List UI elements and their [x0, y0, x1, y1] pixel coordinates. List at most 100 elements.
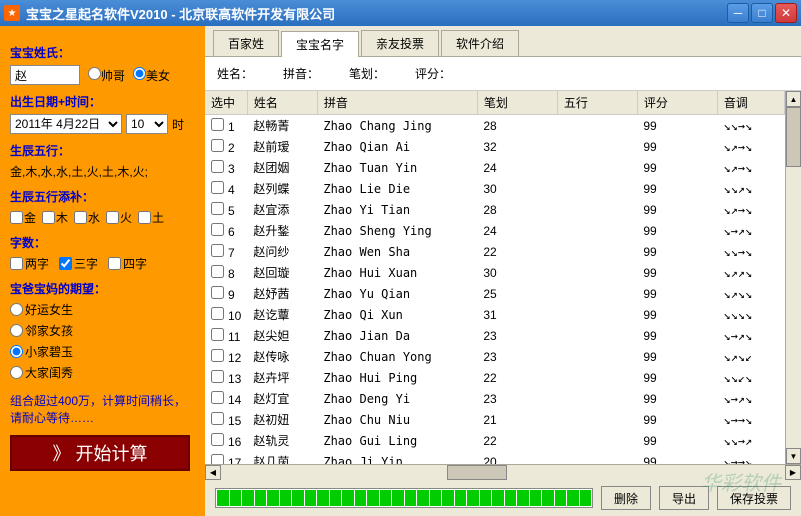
tab-2[interactable]: 亲友投票 — [361, 30, 439, 56]
bottom-bar: 删除 导出 保存投票 — [205, 480, 801, 516]
birth-date-select[interactable]: 2011年 4月22日 — [10, 114, 122, 134]
export-button[interactable]: 导出 — [659, 486, 709, 510]
cell-name: 赵灯宜 — [247, 388, 317, 409]
wuxing-check-木[interactable]: 木 — [42, 209, 68, 226]
table-row[interactable]: 6赵升鍫Zhao Sheng Ying2499↘→↗↘ — [205, 220, 785, 241]
row-checkbox[interactable] — [211, 139, 224, 152]
scroll-down-icon[interactable]: ▼ — [786, 448, 801, 464]
wuxing-check-土[interactable]: 土 — [138, 209, 164, 226]
column-header[interactable]: 姓名 — [247, 91, 317, 115]
wuxing-check-金[interactable]: 金 — [10, 209, 36, 226]
scroll-left-icon[interactable]: ◀ — [205, 465, 221, 480]
titlebar: ★ 宝宝之星起名软件V2010 - 北京联高软件开发有限公司 ─ □ ✕ — [0, 0, 801, 26]
scroll-thumb-h[interactable] — [447, 465, 507, 480]
cell-strokes: 22 — [477, 367, 557, 388]
table-row[interactable]: 3赵团姻Zhao Tuan Yin2499↘↗→↘ — [205, 157, 785, 178]
table-row[interactable]: 16赵轨灵Zhao Gui Ling2299↘↘→↗ — [205, 430, 785, 451]
table-row[interactable]: 5赵宜添Zhao Yi Tian2899↘↗→↘ — [205, 199, 785, 220]
cell-pinyin: Zhao Gui Ling — [317, 430, 477, 451]
minimize-button[interactable]: ─ — [727, 3, 749, 23]
row-checkbox[interactable] — [211, 328, 224, 341]
wish-radio-1[interactable]: 邻家女孩 — [10, 322, 99, 339]
chars-check-0[interactable]: 两字 — [10, 255, 49, 272]
cell-tone: ↘→↗↘ — [717, 220, 784, 241]
cell-pinyin: Zhao Ji Yin — [317, 451, 477, 464]
close-button[interactable]: ✕ — [775, 3, 797, 23]
cell-name: 赵尖妲 — [247, 325, 317, 346]
row-checkbox[interactable] — [211, 433, 224, 446]
row-checkbox[interactable] — [211, 223, 224, 236]
wish-radio-3[interactable]: 大家闺秀 — [10, 364, 99, 381]
wuxing-add-label: 生辰五行添补： — [10, 188, 195, 205]
column-header[interactable]: 五行 — [557, 91, 637, 115]
cell-wuxing — [557, 241, 637, 262]
table-row[interactable]: 4赵列蝶Zhao Lie Die3099↘↘↗↘ — [205, 178, 785, 199]
wuxing-check-水[interactable]: 水 — [74, 209, 100, 226]
tabs: 百家姓宝宝名字亲友投票软件介绍 — [205, 26, 801, 57]
chars-check-1[interactable]: 三字 — [59, 255, 98, 272]
column-header[interactable]: 选中 — [205, 91, 247, 115]
row-checkbox[interactable] — [211, 202, 224, 215]
tab-0[interactable]: 百家姓 — [213, 30, 279, 56]
maximize-button[interactable]: □ — [751, 3, 773, 23]
progress-bar — [215, 488, 593, 508]
wish-radio-2[interactable]: 小家碧玉 — [10, 343, 99, 360]
row-checkbox[interactable] — [211, 181, 224, 194]
row-checkbox[interactable] — [211, 349, 224, 362]
column-header[interactable]: 拼音 — [317, 91, 477, 115]
wuxing-check-火[interactable]: 火 — [106, 209, 132, 226]
cell-wuxing — [557, 220, 637, 241]
table-row[interactable]: 10赵讫蕈Zhao Qi Xun3199↘↘↘↘ — [205, 304, 785, 325]
row-checkbox[interactable] — [211, 412, 224, 425]
table-row[interactable]: 2赵前瑷Zhao Qian Ai3299↘↗→↘ — [205, 136, 785, 157]
start-calculate-button[interactable]: 》 开始计算 — [10, 435, 190, 471]
cell-strokes: 31 — [477, 304, 557, 325]
column-header[interactable]: 笔划 — [477, 91, 557, 115]
row-checkbox[interactable] — [211, 118, 224, 131]
scroll-thumb-v[interactable] — [786, 107, 801, 167]
cell-pinyin: Zhao Sheng Ying — [317, 220, 477, 241]
vertical-scrollbar[interactable]: ▲ ▼ — [785, 91, 801, 464]
row-checkbox[interactable] — [211, 391, 224, 404]
cell-score: 99 — [637, 367, 717, 388]
birth-hour-select[interactable]: 10 — [126, 114, 168, 134]
gender-male-radio[interactable]: 帅哥 — [88, 67, 125, 84]
cell-name: 赵几茵 — [247, 451, 317, 464]
column-header[interactable]: 评分 — [637, 91, 717, 115]
tab-1[interactable]: 宝宝名字 — [281, 31, 359, 57]
table-row[interactable]: 9赵妤茜Zhao Yu Qian2599↘↗↘↘ — [205, 283, 785, 304]
surname-input[interactable] — [10, 65, 80, 85]
table-row[interactable]: 11赵尖妲Zhao Jian Da2399↘→↗↘ — [205, 325, 785, 346]
cell-tone: ↘↘↘↘ — [717, 304, 784, 325]
wish-label: 宝爸宝妈的期望： — [10, 280, 195, 297]
scroll-right-icon[interactable]: ▶ — [785, 465, 801, 480]
row-checkbox[interactable] — [211, 160, 224, 173]
chars-check-2[interactable]: 四字 — [108, 255, 147, 272]
wuxing-label: 生辰五行： — [10, 142, 195, 159]
column-header[interactable]: 音调 — [717, 91, 784, 115]
surname-label: 宝宝姓氏： — [10, 44, 195, 61]
row-checkbox[interactable] — [211, 370, 224, 383]
cell-score: 99 — [637, 430, 717, 451]
wish-radio-0[interactable]: 好运女生 — [10, 301, 99, 318]
row-checkbox[interactable] — [211, 244, 224, 257]
row-checkbox[interactable] — [211, 307, 224, 320]
row-checkbox[interactable] — [211, 265, 224, 278]
table-row[interactable]: 14赵灯宜Zhao Deng Yi2399↘→↗↘ — [205, 388, 785, 409]
save-vote-button[interactable]: 保存投票 — [717, 486, 791, 510]
cell-strokes: 23 — [477, 388, 557, 409]
table-row[interactable]: 15赵初妞Zhao Chu Niu2199↘→→↘ — [205, 409, 785, 430]
horizontal-scrollbar[interactable]: ◀ ▶ — [205, 464, 801, 480]
table-row[interactable]: 12赵传咏Zhao Chuan Yong2399↘↗↘↙ — [205, 346, 785, 367]
table-row[interactable]: 13赵卉坪Zhao Hui Ping2299↘↘↙↘ — [205, 367, 785, 388]
table-row[interactable]: 1赵畅菁Zhao Chang Jing2899↘↘→↘ — [205, 115, 785, 137]
row-checkbox[interactable] — [211, 286, 224, 299]
tab-3[interactable]: 软件介绍 — [441, 30, 519, 56]
row-checkbox[interactable] — [211, 454, 224, 465]
scroll-up-icon[interactable]: ▲ — [786, 91, 801, 107]
table-row[interactable]: 8赵回璇Zhao Hui Xuan3099↘↗↗↘ — [205, 262, 785, 283]
delete-button[interactable]: 删除 — [601, 486, 651, 510]
table-row[interactable]: 7赵问纱Zhao Wen Sha2299↘↘→↘ — [205, 241, 785, 262]
gender-female-radio[interactable]: 美女 — [133, 67, 170, 84]
table-row[interactable]: 17赵几茵Zhao Ji Yin2099↘→→↘ — [205, 451, 785, 464]
